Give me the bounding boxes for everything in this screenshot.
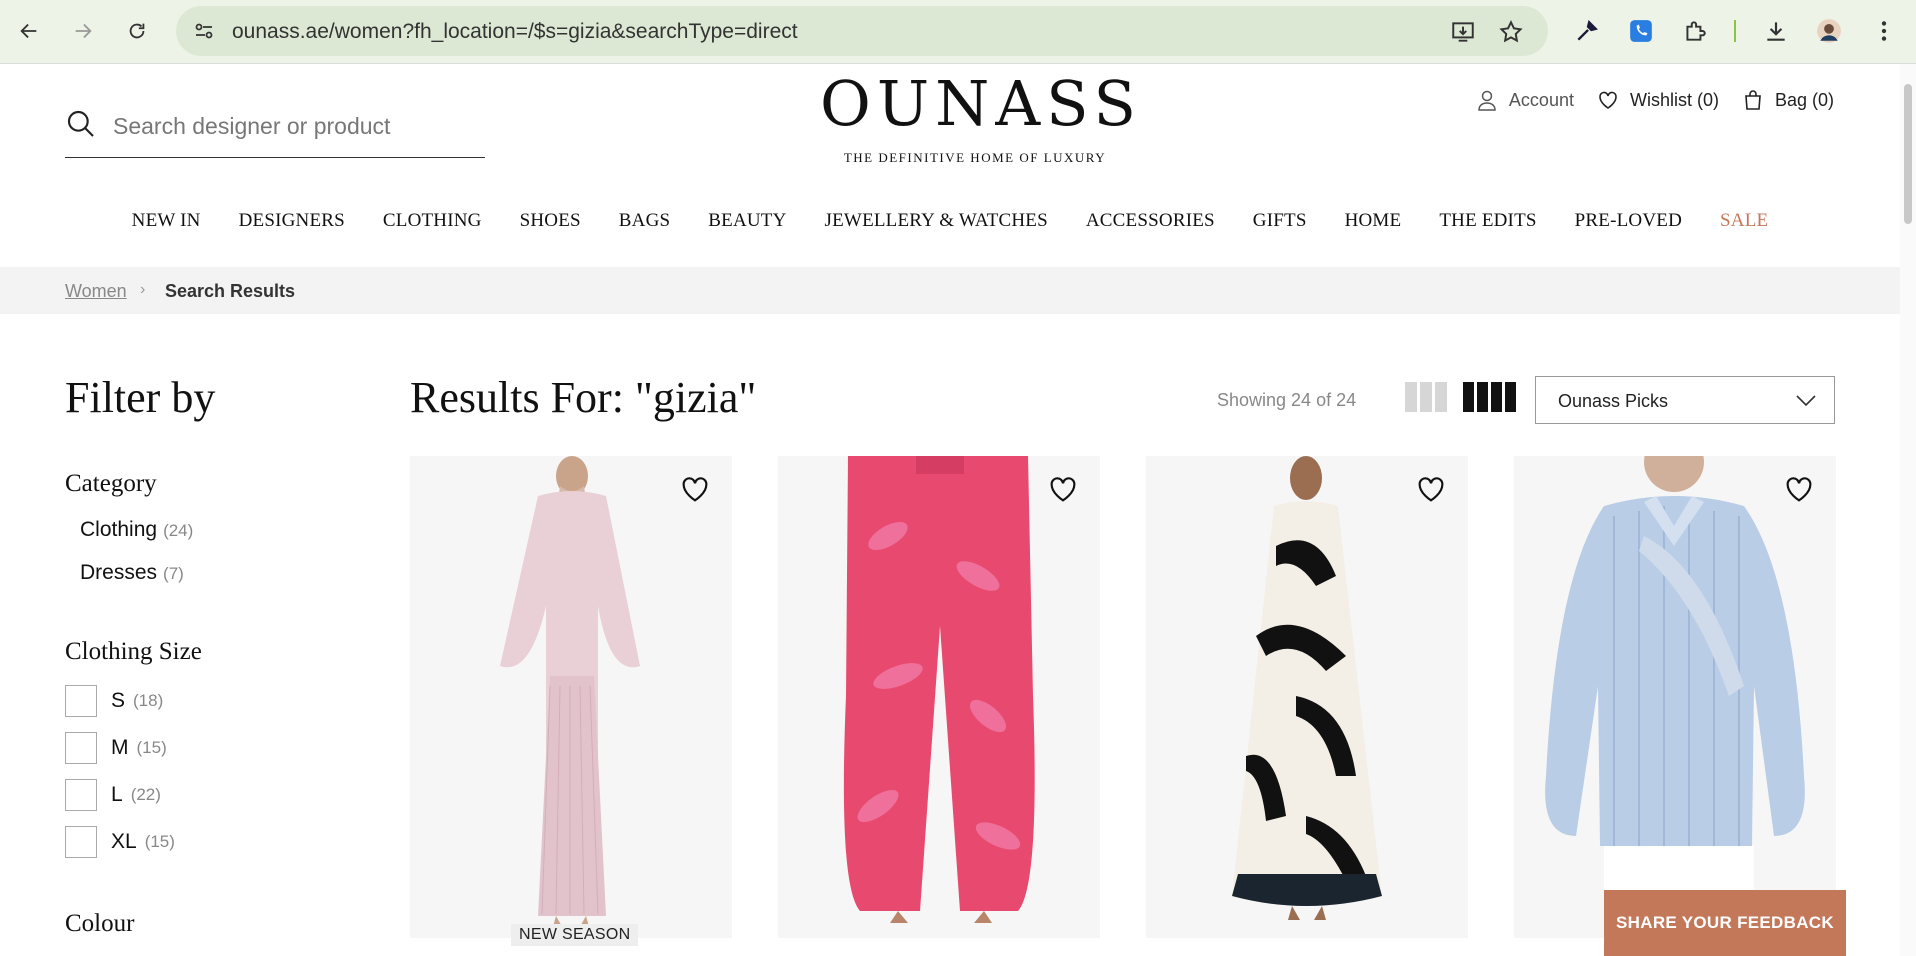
address-bar[interactable]: ounass.ae/women?fh_location=/$s=gizia&se… [176,6,1548,56]
browser-toolbar: ounass.ae/women?fh_location=/$s=gizia&se… [0,0,1916,64]
back-icon[interactable] [12,14,46,48]
wishlist-heart-icon[interactable] [1414,472,1448,506]
size-checkbox[interactable] [65,826,97,858]
size-label: XL [111,830,137,853]
size-option-s[interactable]: S (18) [65,685,163,717]
account-label: Account [1508,89,1574,110]
user-icon [1478,90,1496,111]
browser-menu-icon[interactable] [1870,17,1898,45]
toolbar-divider [1734,20,1736,42]
account-links: Account Wishlist (0) Bag (0) [1475,88,1834,112]
product-card[interactable] [1146,456,1468,938]
results-count: Showing 24 of 24 [1217,390,1357,410]
search-input[interactable] [113,106,473,146]
heart-icon [1599,91,1617,109]
breadcrumb-current: Search Results [165,281,296,301]
colour-heading[interactable]: Colour [65,910,134,938]
bag-icon [1745,90,1761,110]
nav-item-designers[interactable]: DESIGNERS [239,210,345,232]
product-image[interactable] [778,456,1100,938]
size-option-m[interactable]: M (15) [65,732,167,764]
new-season-badge: NEW SEASON [511,924,639,946]
nav-item-bags[interactable]: BAGS [619,210,670,232]
bag-link[interactable]: Bag (0) [1741,88,1834,112]
category-dresses[interactable]: Dresses (7) [80,561,184,585]
nav-item-accessories[interactable]: ACCESSORIES [1086,210,1215,232]
chevron-down-icon [1796,395,1816,407]
nav-item-new-in[interactable]: NEW IN [132,210,201,232]
category-clothing[interactable]: Clothing (24) [80,518,193,542]
product-image[interactable] [410,456,732,938]
grid-3-columns-icon[interactable] [1405,382,1447,412]
chevron-right-icon: › [140,281,146,298]
wishlist-heart-icon[interactable] [1046,472,1080,506]
phone-extension-icon[interactable] [1627,17,1655,45]
nav-item-the-edits[interactable]: THE EDITS [1439,210,1536,232]
size-checkbox[interactable] [65,779,97,811]
size-option-l[interactable]: L (22) [65,779,161,811]
breadcrumb-women[interactable]: Women [65,281,127,302]
brand-tagline: THE DEFINITIVE HOME OF LUXURY [843,150,1107,165]
product-card[interactable] [1514,456,1836,938]
profile-avatar-icon[interactable] [1815,17,1843,45]
bookmark-star-icon[interactable] [1498,19,1524,45]
main-navigation: NEW IN DESIGNERS CLOTHING SHOES BAGS BEAUTY JE… [0,210,1900,232]
brand-name: OUNASS [820,67,1142,140]
wishlist-link[interactable]: Wishlist (0) [1596,88,1719,112]
size-option-xl[interactable]: XL (15) [65,826,175,858]
sort-dropdown[interactable]: Ounass Picks [1535,376,1835,424]
account-link[interactable]: Account [1475,88,1574,112]
search-icon[interactable] [65,108,97,140]
nav-item-pre-loved[interactable]: PRE-LOVED [1575,210,1682,232]
size-count: (22) [130,785,161,804]
results-title: Results For: "gizia" [410,373,757,422]
size-label: L [111,783,123,806]
scrollbar-thumb[interactable] [1904,84,1912,224]
site-search[interactable] [65,104,485,158]
nav-item-shoes[interactable]: SHOES [520,210,581,232]
extensions-puzzle-icon[interactable] [1681,17,1709,45]
ounass-logo[interactable]: OUNASS THE DEFINITIVE HOME OF LUXURY [820,64,1142,166]
install-app-icon[interactable] [1450,19,1476,45]
url-text[interactable]: ounass.ae/women?fh_location=/$s=gizia&se… [232,20,798,44]
site-info-icon[interactable] [192,19,216,43]
eyedropper-extension-icon[interactable] [1573,17,1601,45]
nav-item-beauty[interactable]: BEAUTY [708,210,786,232]
size-count: (15) [144,832,175,851]
wishlist-label: Wishlist (0) [1629,89,1719,110]
reload-icon[interactable] [120,14,154,48]
product-image[interactable] [1146,456,1468,938]
category-count: (7) [163,564,184,583]
category-label: Dresses [80,561,158,584]
wishlist-heart-icon[interactable] [1782,472,1816,506]
filter-title: Filter by [65,373,216,422]
size-label: M [111,736,129,759]
forward-icon[interactable] [66,14,100,48]
category-count: (24) [163,521,194,540]
size-checkbox[interactable] [65,685,97,717]
nav-item-clothing[interactable]: CLOTHING [383,210,482,232]
breadcrumb: Women › Search Results [0,267,1900,314]
bag-label: Bag (0) [1774,89,1834,110]
product-image[interactable] [1514,456,1836,938]
product-card[interactable] [778,456,1100,938]
clothing-size-heading[interactable]: Clothing Size [65,638,202,666]
page-scrollbar[interactable] [1900,64,1916,956]
category-label: Clothing [80,518,158,541]
share-feedback-button[interactable]: SHARE YOUR FEEDBACK [1604,890,1846,956]
nav-item-jewellery-watches[interactable]: JEWELLERY & WATCHES [825,210,1048,232]
downloads-icon[interactable] [1762,17,1790,45]
grid-4-columns-icon[interactable] [1463,382,1516,412]
size-count: (18) [133,691,164,710]
nav-item-home[interactable]: HOME [1345,210,1402,232]
nav-item-sale[interactable]: SALE [1720,210,1768,232]
size-count: (15) [136,738,167,757]
size-checkbox[interactable] [65,732,97,764]
size-label: S [111,689,126,712]
sort-value: Ounass Picks [1558,391,1669,411]
product-card[interactable] [410,456,732,938]
wishlist-heart-icon[interactable] [678,472,712,506]
nav-item-gifts[interactable]: GIFTS [1253,210,1307,232]
category-heading[interactable]: Category [65,470,157,498]
